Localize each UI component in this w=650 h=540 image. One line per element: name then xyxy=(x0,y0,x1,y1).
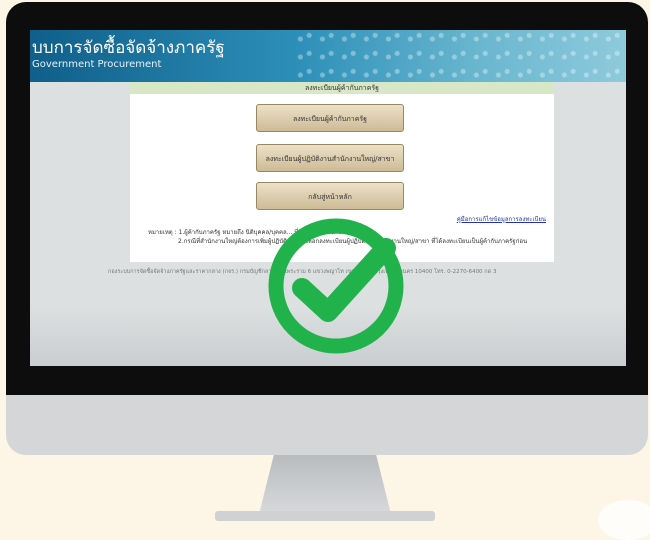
banner-subtitle: Government Procurement xyxy=(32,59,162,70)
monitor-chin xyxy=(6,395,648,455)
banner-title: บบการจัดซื้อจัดจ้างภาครัฐ xyxy=(32,38,225,58)
check-circle-icon xyxy=(268,218,404,354)
register-staff-button[interactable]: ลงทะเบียนผู้ปฏิบัติงานสำนักงานใหญ่/สาขา xyxy=(256,144,404,172)
panel-header: ลงทะเบียนผู้ค้ากับภาครัฐ xyxy=(130,82,554,94)
decorative-blob xyxy=(598,500,650,540)
monitor-stand xyxy=(257,455,393,519)
site-banner: บบการจัดซื้อจัดจ้างภาครัฐ Government Pro… xyxy=(30,30,626,82)
back-home-button[interactable]: กลับสู่หน้าหลัก xyxy=(256,182,404,210)
monitor-base xyxy=(215,511,435,521)
manual-link[interactable]: คู่มือการแก้ไขข้อมูลการลงทะเบียน xyxy=(457,214,546,224)
banner-pattern xyxy=(296,30,626,82)
register-supplier-button[interactable]: ลงทะเบียนผู้ค้ากับภาครัฐ xyxy=(256,104,404,132)
